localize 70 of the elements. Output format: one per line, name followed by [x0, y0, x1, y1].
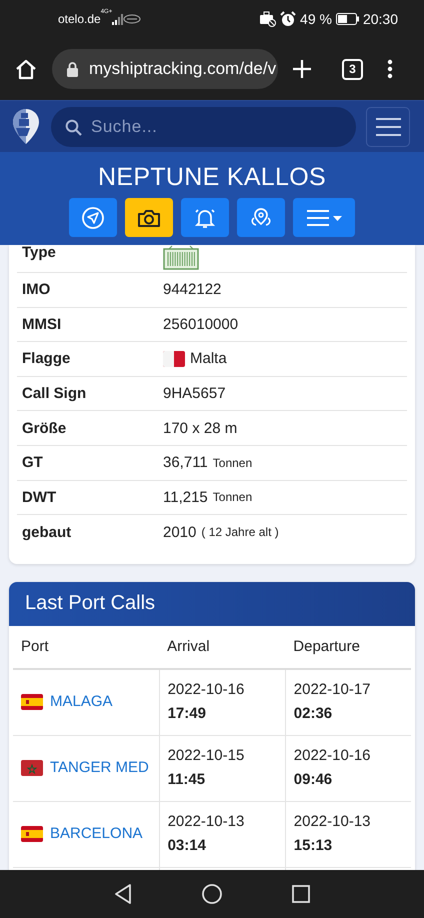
date-text: 2022-10-15	[168, 747, 244, 764]
date-text: 2022-10-17	[294, 681, 371, 698]
battery-icon	[336, 13, 359, 25]
recents-icon[interactable]	[291, 884, 311, 904]
navigate-icon	[81, 206, 105, 230]
signal-icon	[112, 14, 124, 24]
ship-logo-icon[interactable]	[11, 106, 41, 146]
navigate-button[interactable]	[69, 198, 117, 237]
alarm-button[interactable]	[181, 198, 229, 237]
field-unit: Tonnen	[212, 490, 252, 504]
column-header: Departure	[285, 626, 411, 669]
field-label: gebaut	[21, 524, 72, 541]
field-label: Größe	[21, 420, 68, 437]
field-value: 11,215	[163, 488, 208, 506]
field-value: 2010	[163, 524, 196, 541]
field-label: Type	[21, 245, 57, 260]
tab-count[interactable]: 3	[342, 58, 363, 80]
field-value: 36,711	[163, 454, 208, 472]
date-text: 2022-10-16	[294, 747, 371, 764]
address-bar[interactable]: myshiptracking.com/de/v	[52, 49, 278, 89]
port-link[interactable]: MALAGA	[50, 690, 113, 714]
field-label: DWT	[21, 488, 58, 506]
flag-icon	[21, 694, 43, 710]
home-icon[interactable]	[201, 883, 223, 905]
time-text: 11:45	[168, 770, 206, 790]
time-text: 02:36	[294, 704, 334, 724]
date-text: 2022-10-16	[168, 681, 244, 698]
field-value: Malta	[190, 350, 227, 368]
battery-percent: 49 %	[300, 11, 332, 27]
field-unit: Tonnen	[212, 456, 252, 470]
carrier-name: otelo.de	[58, 12, 101, 26]
field-value: 170 x 28 m	[163, 420, 238, 437]
more-icon[interactable]	[387, 59, 393, 79]
field-label: GT	[21, 454, 44, 472]
wifi-calling-icon	[123, 13, 142, 25]
plus-icon[interactable]	[292, 59, 312, 79]
field-label: MMSI	[21, 316, 62, 333]
field-unit: ( 12 Jahre alt )	[201, 525, 279, 540]
container-icon	[163, 245, 199, 270]
date-text: 2022-10-13	[294, 813, 371, 830]
field-value: 9442122	[163, 281, 222, 298]
date-text: 2022-10-13	[168, 813, 244, 830]
field-label: Flagge	[21, 350, 72, 368]
flag-icon	[21, 826, 43, 842]
field-value: 9HA5657	[163, 385, 226, 402]
time-text: 15:13	[294, 836, 334, 856]
flag-icon	[21, 760, 43, 776]
vessel-name: NEPTUNE KALLOS	[98, 162, 326, 192]
flag-icon	[163, 350, 185, 367]
column-header: Port	[13, 626, 160, 669]
column-header: Arrival	[159, 626, 286, 669]
clock-time: 20:30	[362, 11, 398, 27]
lock-icon	[66, 61, 79, 77]
time-text: 17:49	[168, 704, 207, 724]
briefcase-icon	[259, 11, 276, 27]
field-value: 256010000	[163, 316, 238, 333]
time-text: 09:46	[294, 770, 334, 790]
field-label: Call Sign	[21, 385, 88, 402]
alarm-icon	[280, 11, 296, 27]
search-field[interactable]: Suche...	[51, 106, 356, 146]
section-title: Last Port Calls	[9, 582, 415, 626]
locate-button[interactable]	[237, 198, 285, 237]
back-icon[interactable]	[113, 883, 133, 905]
search-icon	[65, 118, 82, 136]
menu-button[interactable]	[366, 106, 410, 146]
menu-button[interactable]	[293, 198, 355, 237]
menu-icon	[376, 116, 400, 136]
time-text: 03:14	[168, 836, 207, 856]
camera-button[interactable]	[125, 198, 173, 237]
field-label: IMO	[21, 281, 52, 298]
